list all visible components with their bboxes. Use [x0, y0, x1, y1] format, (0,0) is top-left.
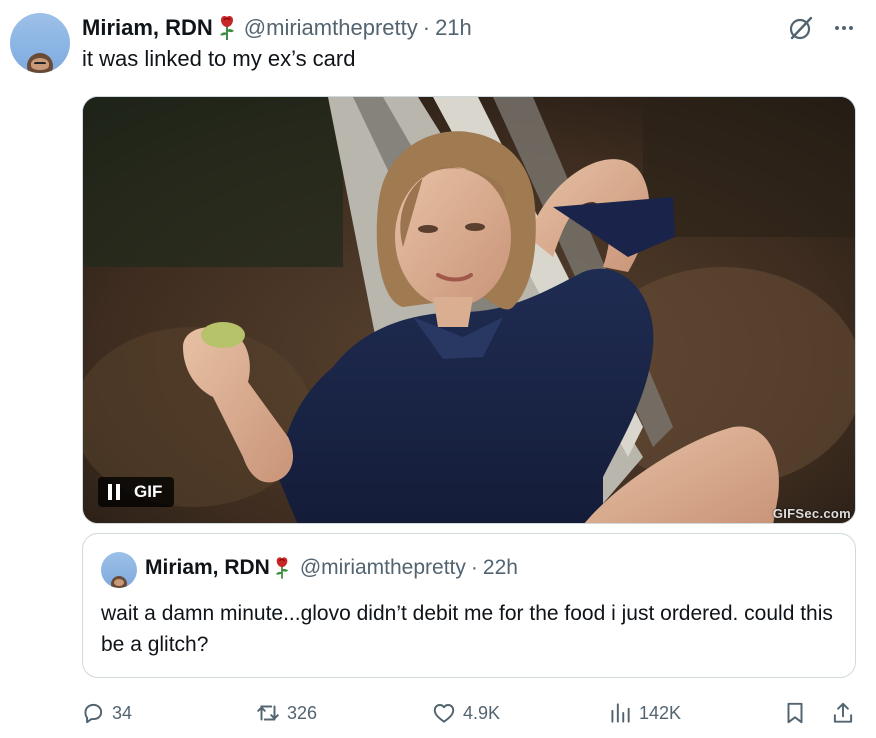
repost-button[interactable]: 326 [255, 697, 317, 729]
quoted-author-display-name[interactable]: Miriam, RDN [145, 556, 270, 580]
separator-dot: · [470, 556, 478, 579]
gif-watermark: GIFSec.com [772, 506, 851, 521]
like-count: 4.9K [463, 702, 501, 723]
quoted-tweet-header: Miriam, RDN @miriamthepretty · 22h [145, 556, 518, 580]
share-button[interactable] [830, 697, 856, 729]
author-avatar[interactable] [10, 13, 70, 73]
tweet: Miriam, RDN @miriamthepretty · 21h it wa… [0, 0, 876, 738]
quoted-tweet[interactable]: Miriam, RDN @miriamthepretty · 22h wait … [82, 533, 856, 678]
tweet-header: Miriam, RDN @miriamthepretty · 21h [82, 14, 472, 42]
author-display-name[interactable]: Miriam, RDN [82, 15, 213, 41]
reply-icon [84, 703, 103, 724]
quoted-tweet-text: wait a damn minute...glovo didn’t debit … [101, 602, 833, 656]
gif-media[interactable]: GIF GIFSec.com [82, 96, 856, 524]
views-count: 142K [639, 702, 682, 723]
author-handle[interactable]: @miriamthepretty [244, 15, 418, 41]
gif-badge[interactable]: GIF [98, 477, 175, 507]
gif-label: GIF [134, 482, 163, 501]
views-chart-icon [611, 703, 630, 723]
more-icon[interactable] [832, 16, 856, 40]
rose-icon [219, 16, 234, 40]
quoted-author-handle[interactable]: @miriamthepretty [300, 556, 466, 580]
quoted-author-avatar[interactable] [101, 552, 137, 588]
repost-icon [257, 705, 279, 721]
separator-dot: · [422, 15, 431, 40]
reply-button[interactable]: 34 [80, 697, 132, 729]
share-icon [833, 702, 853, 723]
views-button[interactable]: 142K [607, 697, 681, 729]
grok-icon[interactable] [788, 15, 814, 41]
pause-icon [108, 484, 120, 500]
bookmark-icon [787, 702, 803, 724]
repost-count: 326 [287, 702, 318, 723]
gif-frame [83, 97, 855, 523]
bookmark-button[interactable] [782, 697, 808, 729]
like-button[interactable]: 4.9K [431, 697, 500, 729]
tweet-timestamp[interactable]: 21h [435, 15, 472, 41]
action-bar: 34 326 4.9K 142K [0, 697, 876, 729]
quoted-tweet-timestamp[interactable]: 22h [483, 556, 518, 580]
rose-icon [275, 557, 289, 579]
tweet-text: it was linked to my ex’s card [82, 46, 356, 71]
reply-count: 34 [112, 702, 133, 723]
heart-icon [433, 704, 455, 723]
